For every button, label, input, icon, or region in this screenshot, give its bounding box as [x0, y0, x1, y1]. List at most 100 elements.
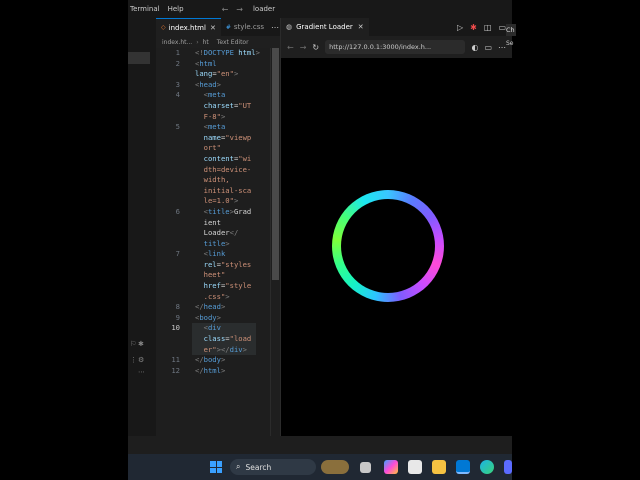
app-icon[interactable]	[504, 460, 512, 474]
code-line[interactable]: ort"	[156, 143, 272, 154]
code-line[interactable]: 6 <title>Grad	[156, 207, 272, 218]
code-token: "viewp	[225, 132, 252, 142]
command-center-search[interactable]: loader	[253, 5, 275, 13]
windows-start-icon[interactable]	[210, 461, 222, 473]
code-token: >	[225, 291, 230, 301]
breadcrumb-file[interactable]: index.ht...	[162, 39, 192, 46]
code-editor[interactable]: 1 <!DOCTYPE html> 2 <html lang="en"> 3 <head> 4…	[156, 48, 272, 376]
run-icon[interactable]: ▷	[457, 23, 463, 32]
forward-arrow-icon[interactable]: →	[300, 43, 307, 52]
code-line[interactable]: content="wi	[156, 154, 272, 165]
debug-icon[interactable]: ⚐	[130, 340, 136, 348]
code-line[interactable]: dth=device-	[156, 165, 272, 176]
editor-tabs: ◇ index.html ✕ # style.css ⋯	[156, 18, 280, 36]
code-token: dth=device-	[203, 164, 252, 174]
widgets-icon[interactable]	[321, 460, 349, 474]
code-line[interactable]: 2 <html	[156, 59, 272, 70]
settings-icon[interactable]: ⚙	[138, 356, 144, 364]
code-line[interactable]: class="load	[156, 334, 272, 345]
code-line[interactable]: initial-sca	[156, 186, 272, 197]
reload-icon[interactable]: ↻	[312, 43, 319, 52]
more-actions-icon[interactable]: ⋯	[271, 23, 279, 32]
code-line[interactable]: 12 </html>	[156, 366, 272, 377]
code-text: dth=device-	[195, 164, 252, 176]
store-icon[interactable]	[408, 460, 422, 474]
code-text: ient	[195, 218, 221, 229]
code-token: </	[195, 302, 204, 312]
code-line[interactable]: title>	[156, 239, 272, 250]
task-view-icon[interactable]	[360, 462, 371, 473]
browser-tabs: ◍ Gradient Loader ✕ ▷ ✱ ◫ ▭	[281, 18, 512, 36]
tab-gradient-loader[interactable]: ◍ Gradient Loader ✕	[281, 18, 369, 36]
more-icon[interactable]: ⋯	[138, 368, 145, 376]
code-line[interactable]: 1 <!DOCTYPE html>	[156, 48, 272, 59]
globe-icon: ◍	[286, 23, 293, 31]
code-line[interactable]: le=1.0">	[156, 196, 272, 207]
code-line[interactable]: F-8">	[156, 112, 272, 123]
line-number: 3	[175, 79, 180, 89]
code-token: "wi	[238, 153, 252, 163]
code-line[interactable]: name="viewp	[156, 133, 272, 144]
code-line[interactable]: 11 </body>	[156, 355, 272, 366]
tab-index-html[interactable]: ◇ index.html ✕	[156, 18, 221, 36]
copilot-icon[interactable]	[384, 460, 398, 474]
external-browser-icon[interactable]: ◐	[471, 43, 478, 52]
code-token: ort"	[203, 143, 221, 153]
code-token: link	[207, 249, 226, 259]
code-line[interactable]: charset="UT	[156, 101, 272, 112]
vscode-icon[interactable]	[456, 460, 470, 474]
code-token: >	[220, 302, 226, 312]
breadcrumb-html[interactable]: ht	[203, 39, 209, 46]
code-line[interactable]: width,	[156, 175, 272, 186]
code-text: er"></div>	[195, 345, 247, 356]
menu-help[interactable]: Help	[166, 5, 190, 13]
code-line[interactable]: heet"	[156, 270, 272, 281]
panel-block[interactable]	[128, 52, 150, 64]
split-editor-icon[interactable]: ◫	[484, 23, 492, 32]
code-line[interactable]: Loader</	[156, 228, 272, 239]
code-text: width,	[195, 175, 230, 186]
code-line[interactable]: rel="styles	[156, 260, 272, 271]
filter-icon[interactable]: ⋮	[130, 356, 137, 364]
close-icon[interactable]: ✕	[358, 23, 364, 31]
tab-style-css[interactable]: # style.css	[221, 18, 269, 36]
close-icon[interactable]: ✕	[210, 24, 216, 32]
file-explorer-icon[interactable]	[432, 460, 446, 474]
code-line[interactable]: er"></div>	[156, 344, 272, 356]
screen-icon[interactable]: ▭	[484, 43, 492, 52]
code-line[interactable]: 7 <link	[156, 249, 272, 260]
code-text: rel="styles	[195, 260, 252, 271]
breadcrumb-mode[interactable]: Text Editor	[217, 39, 249, 46]
code-token: html	[199, 58, 217, 68]
code-line[interactable]: 5 <meta	[156, 122, 272, 133]
pin-icon[interactable]: ✱	[138, 340, 144, 348]
code-text: title>	[195, 239, 230, 250]
code-line[interactable]: 3 <head>	[156, 80, 272, 91]
right-sidebar: Ch Se	[506, 0, 640, 480]
back-arrow-icon[interactable]: ←	[218, 5, 233, 14]
code-text: <head>	[195, 80, 221, 91]
code-token: >	[220, 355, 226, 365]
forward-arrow-icon[interactable]: →	[232, 5, 247, 14]
more-actions-icon[interactable]: ⋯	[498, 43, 506, 52]
edge-icon[interactable]	[480, 460, 494, 474]
code-line[interactable]: href="style	[156, 281, 272, 292]
code-text: le=1.0">	[195, 196, 239, 207]
code-line[interactable]: lang="en">	[156, 69, 272, 80]
layout-icon[interactable]: ▭	[498, 23, 506, 32]
url-input[interactable]: http://127.0.0.1:3000/index.h...	[325, 40, 466, 54]
code-line[interactable]: .css">	[156, 292, 272, 303]
code-line[interactable]: ient	[156, 218, 272, 229]
code-line[interactable]: 4 <meta	[156, 90, 272, 101]
taskbar-search[interactable]: ⌕ Search	[230, 459, 316, 475]
back-arrow-icon[interactable]: ←	[287, 43, 294, 52]
code-line[interactable]: 10 <div	[156, 323, 272, 335]
menu-terminal[interactable]: Terminal	[128, 5, 166, 13]
code-line[interactable]: 8 </head>	[156, 302, 272, 313]
code-line[interactable]: 9 <body>	[156, 313, 272, 324]
bug-icon[interactable]: ✱	[470, 23, 477, 32]
editor-scrollbar[interactable]	[272, 48, 279, 280]
